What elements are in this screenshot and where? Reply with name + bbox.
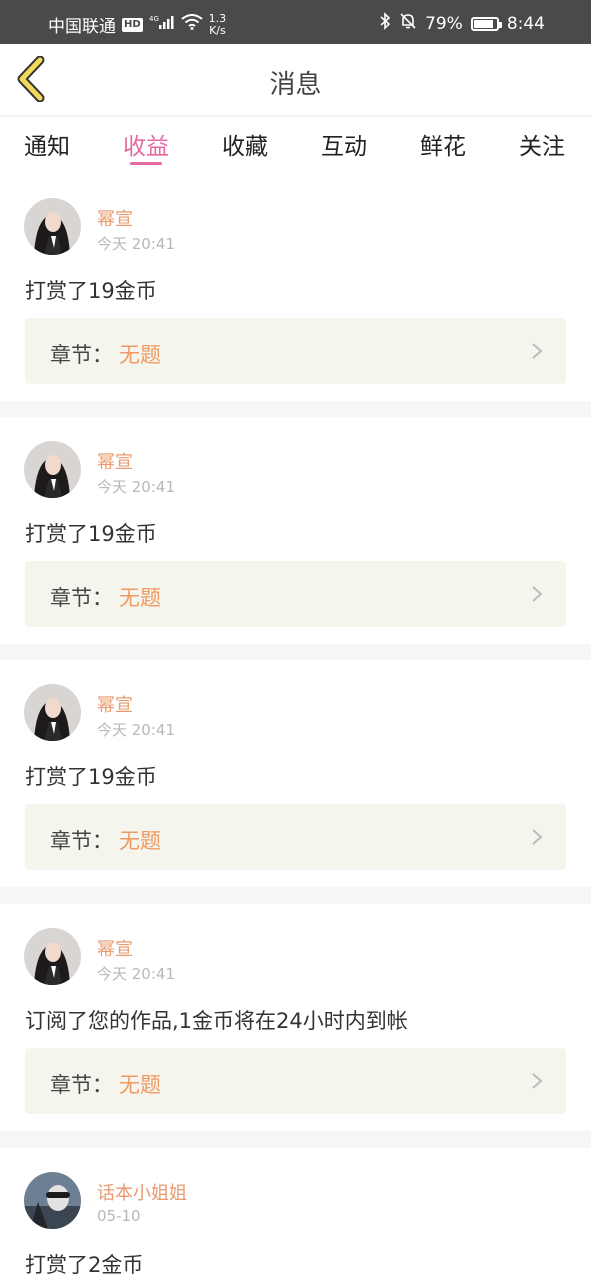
tab-flowers[interactable]: 鲜花 bbox=[420, 127, 466, 161]
message-time: 今天 20:41 bbox=[97, 235, 175, 253]
chapter-title: 无题 bbox=[119, 1073, 161, 1097]
tab-earnings[interactable]: 收益 bbox=[123, 127, 169, 161]
avatar[interactable] bbox=[24, 1172, 81, 1229]
tab-bar: 通知 收益 收藏 互动 鲜花 关注 bbox=[0, 117, 591, 173]
clock: 8:44 bbox=[506, 13, 545, 34]
tab-interaction[interactable]: 互动 bbox=[321, 127, 367, 161]
tab-favorites[interactable]: 收藏 bbox=[222, 127, 268, 161]
chapter-link[interactable]: 章节： 无题 bbox=[25, 318, 566, 384]
avatar[interactable] bbox=[24, 684, 81, 741]
user-name[interactable]: 幂宣 bbox=[97, 448, 133, 474]
status-bar: 中国联通 HD 4G 1.3 K/s 79% 8:44 bbox=[0, 0, 591, 44]
message-text: 打赏了19金币 bbox=[25, 765, 157, 789]
chapter-title: 无题 bbox=[119, 829, 161, 853]
chevron-right-icon bbox=[532, 1073, 543, 1089]
chapter-title: 无题 bbox=[119, 343, 161, 367]
chapter-label: 章节： bbox=[50, 343, 113, 367]
speed-unit: K/s bbox=[209, 23, 226, 37]
message-time: 今天 20:41 bbox=[97, 965, 175, 983]
message-card: 幂宣 今天 20:41 打赏了19金币 章节： 无题 bbox=[0, 417, 591, 644]
battery-percent: 79% bbox=[425, 13, 463, 34]
active-tab-indicator bbox=[130, 162, 162, 165]
chevron-right-icon bbox=[532, 586, 543, 602]
mute-bell-icon bbox=[399, 12, 417, 35]
chapter-link[interactable]: 章节： 无题 bbox=[25, 804, 566, 870]
hd-icon: HD bbox=[122, 17, 143, 32]
message-text: 打赏了19金币 bbox=[25, 279, 157, 303]
avatar[interactable] bbox=[24, 441, 81, 498]
message-card: 幂宣 今天 20:41 订阅了您的作品,1金币将在24小时内到帐 章节： 无题 bbox=[0, 904, 591, 1131]
wifi-icon bbox=[181, 14, 203, 35]
battery-icon bbox=[470, 16, 502, 31]
message-card: 幂宣 今天 20:41 打赏了19金币 章节： 无题 bbox=[0, 660, 591, 887]
user-name[interactable]: 幂宣 bbox=[97, 691, 133, 717]
tab-notice[interactable]: 通知 bbox=[24, 127, 70, 161]
chevron-right-icon bbox=[532, 829, 543, 845]
chapter-label: 章节： bbox=[50, 829, 113, 853]
user-name[interactable]: 话本小姐姐 bbox=[97, 1179, 187, 1205]
chapter-title: 无题 bbox=[119, 586, 161, 610]
page-title: 消息 bbox=[269, 70, 322, 100]
svg-text:4G: 4G bbox=[149, 15, 159, 23]
chapter-link[interactable]: 章节： 无题 bbox=[25, 1048, 566, 1114]
signal-icon: 4G bbox=[149, 14, 175, 35]
user-name[interactable]: 幂宣 bbox=[97, 205, 133, 231]
nav-bar: 消息 bbox=[0, 44, 591, 116]
message-text: 订阅了您的作品,1金币将在24小时内到帐 bbox=[25, 1009, 408, 1033]
avatar[interactable] bbox=[24, 928, 81, 985]
message-card: 话本小姐姐 05-10 打赏了2金币 bbox=[0, 1148, 591, 1280]
chapter-link[interactable]: 章节： 无题 bbox=[25, 561, 566, 627]
message-text: 打赏了19金币 bbox=[25, 522, 157, 546]
chapter-label: 章节： bbox=[50, 586, 113, 610]
message-time: 今天 20:41 bbox=[97, 478, 175, 496]
message-time: 05-10 bbox=[97, 1207, 141, 1225]
bluetooth-icon bbox=[379, 12, 391, 35]
avatar[interactable] bbox=[24, 198, 81, 255]
chapter-label: 章节： bbox=[50, 1073, 113, 1097]
carrier-text: 中国联通 bbox=[48, 17, 116, 37]
message-text: 打赏了2金币 bbox=[25, 1253, 144, 1277]
user-name[interactable]: 幂宣 bbox=[97, 935, 133, 961]
message-time: 今天 20:41 bbox=[97, 721, 175, 739]
message-card: 幂宣 今天 20:41 打赏了19金币 章节： 无题 bbox=[0, 173, 591, 401]
chevron-right-icon bbox=[532, 343, 543, 359]
network-speed: 1.3 K/s bbox=[209, 12, 227, 37]
tab-follow[interactable]: 关注 bbox=[519, 127, 565, 161]
